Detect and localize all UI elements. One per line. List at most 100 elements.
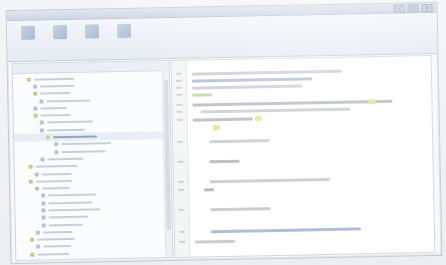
maximize-button[interactable]: □ [407, 3, 419, 12]
tree-item-label [61, 142, 112, 146]
toolbar-button-settings[interactable] [111, 23, 138, 54]
toolbar-ribbon [6, 12, 438, 63]
syntax-highlight [368, 99, 376, 105]
line-number [176, 86, 183, 89]
file-icon [34, 172, 39, 177]
tree-item-label [46, 120, 93, 124]
tree-item-label [40, 114, 71, 117]
file-icon [41, 215, 46, 220]
file-icon [30, 252, 35, 257]
tree-item-label [40, 106, 67, 110]
new-file-icon [20, 25, 36, 40]
tree-item-label [33, 77, 74, 81]
code-line [204, 188, 215, 192]
line-number [177, 160, 184, 163]
syntax-highlight [254, 116, 262, 122]
code-line [210, 227, 361, 234]
tree-item-label [53, 135, 98, 139]
tree-item-label [48, 208, 101, 212]
file-icon [41, 193, 46, 198]
code-line [192, 117, 253, 122]
line-number [178, 230, 185, 233]
tree-item-label [40, 84, 75, 88]
tree-item-label [37, 252, 70, 256]
code-line [191, 69, 342, 76]
file-icon [39, 120, 44, 125]
settings-icon [116, 23, 132, 39]
tree-item-label [43, 245, 72, 248]
tree-item-label [40, 92, 71, 95]
tree-item-label [35, 179, 72, 183]
line-number [177, 180, 184, 183]
file-icon [41, 223, 46, 228]
code-line [200, 107, 351, 114]
tree-item-label [61, 149, 106, 153]
file-icon [35, 230, 40, 235]
tree-item[interactable] [16, 248, 172, 258]
line-number [179, 240, 186, 243]
line-number [176, 93, 183, 96]
tree-item-label [42, 230, 73, 234]
line-number [178, 188, 185, 191]
minimize-button[interactable]: – [393, 4, 405, 13]
file-icon [33, 84, 38, 89]
navigator-tree [13, 71, 173, 258]
file-icon [41, 208, 46, 213]
syntax-highlight [212, 125, 220, 131]
tree-item-label [48, 201, 93, 205]
code-line [195, 239, 236, 244]
application-window: – □ × [5, 1, 443, 265]
file-icon [54, 142, 59, 147]
tree-item-label [42, 187, 71, 190]
code-editor[interactable] [170, 55, 436, 258]
toolbar-button-save[interactable] [79, 24, 106, 54]
file-icon [54, 149, 59, 154]
code-line [191, 77, 313, 83]
code-line [192, 93, 213, 97]
line-gutter [171, 60, 191, 257]
tree-item-label [46, 128, 85, 132]
navigator-pane [11, 60, 174, 262]
close-button[interactable]: × [421, 3, 433, 12]
tree-item-label [47, 157, 84, 161]
file-icon [39, 98, 44, 104]
scrollbar-thumb[interactable] [163, 80, 171, 231]
tree-item-label [41, 172, 72, 176]
file-icon [39, 128, 44, 133]
code-line [209, 139, 270, 144]
save-icon [84, 24, 100, 39]
tree-item-label [35, 165, 78, 168]
tree-item-label [36, 238, 76, 241]
window-controls: – □ × [393, 3, 433, 13]
file-icon [29, 237, 35, 242]
open-folder-icon [52, 24, 68, 40]
folder-icon [46, 135, 51, 140]
toolbar-button-open[interactable] [47, 24, 74, 55]
file-icon [28, 179, 33, 184]
file-icon [33, 91, 38, 96]
code-line [209, 177, 330, 184]
line-number [176, 103, 183, 106]
file-icon [41, 201, 46, 206]
folder-icon [26, 77, 31, 82]
tree-item-label [46, 99, 91, 102]
code-line [192, 99, 393, 107]
file-icon [34, 186, 40, 191]
line-number [175, 72, 182, 75]
tree-item-label [48, 215, 89, 219]
tree-item-label [48, 223, 83, 226]
file-icon [36, 245, 41, 250]
line-number [175, 79, 183, 82]
file-icon [33, 106, 38, 111]
code-line [192, 84, 303, 90]
line-number [177, 140, 184, 143]
line-number [176, 118, 183, 121]
file-icon [28, 164, 33, 169]
toolbar-button-new[interactable] [15, 25, 42, 55]
code-line [209, 159, 240, 164]
line-number [176, 110, 183, 113]
tree-item-label [48, 193, 97, 197]
file-icon [33, 113, 38, 118]
code-line [210, 207, 271, 212]
file-icon [40, 157, 45, 162]
